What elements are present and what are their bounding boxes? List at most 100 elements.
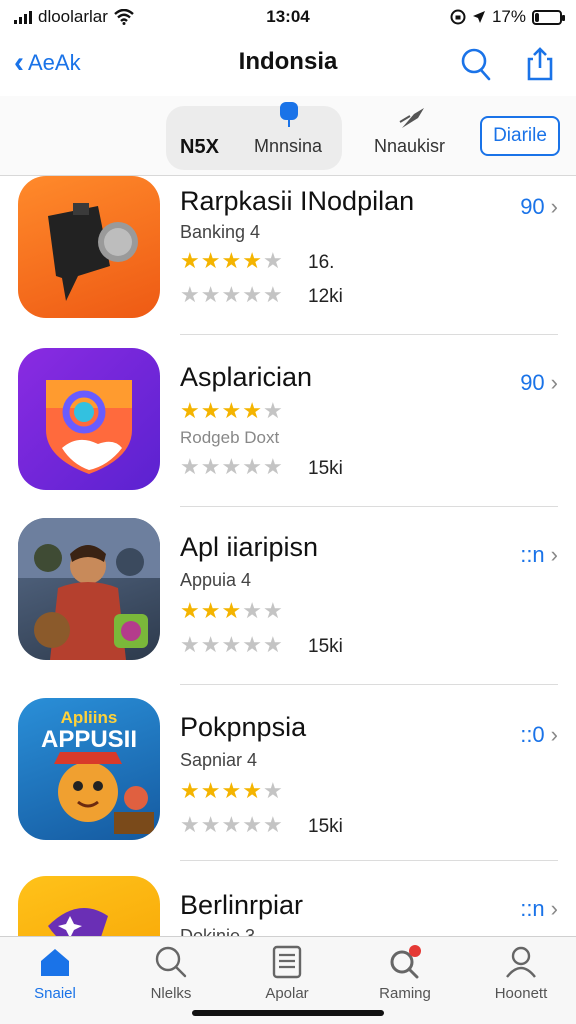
secondary-rating-stars: ★★★★★ — [180, 812, 284, 838]
star-empty-icon: ★ — [180, 632, 201, 657]
tab-apps[interactable]: Apolar — [232, 945, 342, 1002]
tab-gaming[interactable]: Raming — [350, 945, 460, 1002]
tab-profile[interactable]: Hoonett — [466, 945, 576, 1002]
app-title: Rarpkasii INodpilan — [180, 186, 415, 216]
star-filled-icon: ★ — [200, 248, 222, 273]
star-filled-icon: ★ — [242, 778, 263, 803]
star-filled-icon: ★ — [221, 778, 243, 803]
price-button[interactable]: ::n › — [520, 542, 558, 568]
price-button[interactable]: ::n › — [520, 896, 558, 922]
star-empty-icon: ★ — [242, 812, 263, 837]
rating-stars: ★★★★★ — [180, 248, 284, 274]
tab-label: Nlelks — [150, 985, 192, 1002]
signal-icon — [14, 10, 32, 24]
price-button[interactable]: 90 › — [520, 194, 558, 220]
tab-label: Raming — [379, 985, 431, 1002]
tab-segment-2[interactable]: Mnnsina — [254, 136, 322, 157]
chevron-right-icon: › — [550, 896, 558, 921]
star-filled-icon: ★ — [200, 398, 222, 423]
search-icon — [155, 946, 187, 978]
star-filled-icon: ★ — [242, 248, 263, 273]
list-item[interactable]: Berlinrpiar Dokinie 3 ::n › — [0, 876, 576, 936]
battery-percent: 17% — [491, 7, 526, 26]
star-character-icon — [48, 908, 108, 936]
back-button[interactable]: ‹ AeAk — [14, 48, 81, 78]
star-empty-icon: ★ — [242, 632, 263, 657]
app-list: Rarpkasii INodpilan Banking 4 ★★★★★ 16. … — [0, 176, 576, 936]
list-item[interactable]: Rarpkasii INodpilan Banking 4 ★★★★★ 16. … — [0, 176, 576, 346]
app-title: Asplarician — [180, 362, 313, 392]
star-empty-icon: ★ — [262, 778, 284, 803]
app-subtitle: Rodgeb Doxt — [180, 428, 280, 447]
star-empty-icon: ★ — [200, 282, 222, 307]
star-filled-icon: ★ — [221, 598, 243, 623]
app-icon-cartoon: Apliins APPUSII — [18, 698, 160, 840]
app-subtitle: Sapniar 4 — [180, 750, 258, 770]
star-filled-icon: ★ — [221, 398, 243, 423]
wifi-icon — [114, 9, 134, 25]
chevron-right-icon: › — [550, 542, 558, 567]
chevron-right-icon: › — [550, 194, 558, 219]
star-empty-icon: ★ — [200, 812, 222, 837]
secondary-rating-stars: ★★★★★ — [180, 454, 284, 480]
home-indicator — [192, 1010, 384, 1016]
shield-icon — [46, 380, 132, 474]
segment-bar: N5X Mnnsina Nnaukisr Diarile — [0, 96, 576, 176]
star-empty-icon: ★ — [200, 632, 222, 657]
list-item[interactable]: Asplarician ★★★★★ Rodgeb Doxt ★★★★★ 15ki… — [0, 348, 576, 518]
secondary-count: 12ki — [308, 286, 343, 307]
tab-segment-1[interactable]: N5X — [180, 136, 219, 159]
pin-icon — [280, 102, 298, 127]
rating-stars: ★★★★★ — [180, 598, 284, 624]
price-button[interactable]: 90 › — [520, 370, 558, 396]
list-item[interactable]: Apliins APPUSII Pokpnpsia Sapniar 4 ★★★★… — [0, 698, 576, 868]
price-label: 90 — [520, 370, 545, 395]
list-item[interactable]: Apl iiaripisn Appuia 4 ★★★★★ ★★★★★ 15ki … — [0, 518, 576, 688]
star-filled-icon: ★ — [180, 398, 201, 423]
game-characters-icon — [18, 518, 160, 660]
navigation-bar: ‹ AeAk Indonsia — [0, 34, 576, 96]
star-empty-icon: ★ — [262, 812, 284, 837]
document-icon — [272, 945, 302, 979]
app-title: Berlinrpiar — [180, 890, 304, 920]
status-bar: dloolarlar 13:04 17% — [0, 0, 576, 34]
home-icon — [41, 949, 69, 976]
location-icon — [472, 11, 485, 23]
star-filled-icon: ★ — [180, 598, 201, 623]
secondary-count: 15ki — [308, 816, 343, 837]
tab-search[interactable]: Nlelks — [116, 945, 226, 1002]
divider — [180, 684, 558, 685]
star-empty-icon: ★ — [262, 282, 284, 307]
star-filled-icon: ★ — [200, 598, 222, 623]
price-label: 90 — [520, 194, 545, 219]
app-subtitle: Banking 4 — [180, 222, 261, 242]
star-empty-icon: ★ — [262, 454, 284, 479]
back-label: AeAk — [28, 50, 81, 75]
star-empty-icon: ★ — [221, 812, 243, 837]
battery-icon — [532, 9, 565, 25]
secondary-rating-stars: ★★★★★ — [180, 632, 284, 658]
star-empty-icon: ★ — [180, 812, 201, 837]
search-icon[interactable] — [458, 46, 494, 82]
star-empty-icon: ★ — [242, 282, 263, 307]
secondary-rating-stars: ★★★★★ — [180, 282, 284, 308]
divider — [180, 860, 558, 861]
person-icon — [506, 946, 536, 978]
tab-segment-3[interactable]: Nnaukisr — [374, 136, 445, 157]
secondary-count: 15ki — [308, 636, 343, 657]
secondary-count: 15ki — [308, 458, 343, 479]
star-empty-icon: ★ — [262, 398, 284, 423]
rating-stars: ★★★★★ — [180, 778, 284, 804]
icon-caption-main: APPUSII — [40, 726, 138, 753]
tab-label: Apolar — [265, 985, 309, 1002]
star-empty-icon: ★ — [221, 454, 243, 479]
tab-home[interactable]: Snaiel — [0, 945, 110, 1002]
share-icon[interactable] — [522, 46, 558, 82]
price-button[interactable]: ::0 › — [520, 722, 558, 748]
chevron-right-icon: › — [550, 370, 558, 395]
star-empty-icon: ★ — [221, 632, 243, 657]
app-icon-shield — [18, 348, 160, 490]
app-subtitle: Dokinie 3 — [180, 926, 256, 936]
star-empty-icon: ★ — [221, 282, 243, 307]
detail-button[interactable]: Diarile — [480, 116, 560, 156]
